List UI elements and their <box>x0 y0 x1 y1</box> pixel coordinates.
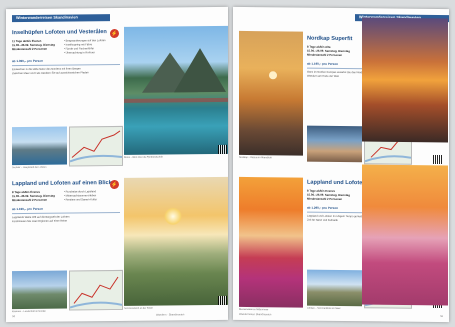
nordkap-photo <box>239 30 303 156</box>
meadow-photo <box>362 164 448 306</box>
sunset-photo <box>124 176 228 306</box>
photo-caption: Blumenwiese im Mittsommer <box>239 308 269 312</box>
qr-code[interactable] <box>218 295 227 305</box>
photo-caption: Kirkenes – Landschaft im Norden <box>12 310 46 314</box>
photo-caption: Sommerabend an der Küste <box>124 307 153 310</box>
tour-price: ab 1.290,– pro Person <box>307 205 339 210</box>
tour-paragraph: Zwischen Meer und Fels wandern Sie auf a… <box>12 71 89 76</box>
tour-price: ab 1.190,– pro Person <box>307 61 339 66</box>
divider <box>12 63 120 66</box>
divider <box>12 211 120 214</box>
tour-price: ab 1.390,– pro Person <box>12 58 44 64</box>
tour-info-3: Mindestanzahl 2 Personen <box>307 52 343 58</box>
route-map <box>69 269 123 311</box>
tour-paragraph: Kombinieren Sie zwei Regionen auf einer … <box>12 219 67 224</box>
photo-caption: Nordkap – Globus im Abendlicht <box>239 156 272 160</box>
photo-caption: Svolvær – Hauptstadt der Lofoten <box>12 166 47 170</box>
route-map <box>69 125 123 167</box>
tour-title: Lappland und Lofoten auf einen Blick <box>12 180 112 188</box>
tour-paragraph: Wandern am Ende der Welt <box>307 74 339 78</box>
coast-photo <box>307 269 362 307</box>
tour-paragraph: Zeit für Natur und Kulinarik <box>307 218 338 222</box>
tour-title: Nordkap Superfit <box>307 35 353 43</box>
lofoten-photo <box>124 25 228 155</box>
tour-bullet: Rentiere und Samen-Kultur <box>64 198 97 202</box>
page-footer: Wandern · Skandinavien <box>156 313 185 317</box>
tour-info-3: Mindestanzahl 2 Personen <box>307 196 343 202</box>
tour-bullet: Übernachtung in Rorbuer <box>64 51 95 55</box>
qr-code[interactable] <box>218 144 227 154</box>
divider <box>307 211 367 213</box>
page-footer: Wanderreisen Skandinavien <box>239 312 272 317</box>
tour-title: Inselhüpfen Lofoten und Vesterålen <box>12 29 107 37</box>
harbour-photo <box>12 126 67 166</box>
tour-info-3: Mindestanzahl 2 Personen <box>12 46 48 52</box>
left-page: Winterwanderreisen Skandinavien Inselhüp… <box>6 6 228 323</box>
page-number: 58 <box>12 315 15 319</box>
divider <box>307 67 367 69</box>
photo-caption: Lofoten – Sommerblüte am Meer <box>307 307 341 310</box>
lightning-icon: ⚡ <box>110 28 119 39</box>
page-number: 59 <box>440 315 443 319</box>
landscape-photo <box>12 270 67 310</box>
photo-caption: Reine – Blick über die Fjordlandschaft <box>124 156 163 159</box>
qr-code[interactable] <box>433 154 442 165</box>
midnight-sun-photo <box>362 17 448 143</box>
globe-photo <box>307 125 362 163</box>
section-header: Winterwanderreisen Skandinavien <box>12 14 110 23</box>
tour-info-3: Mindestanzahl 2 Personen <box>12 197 48 203</box>
lightning-icon: ⚡ <box>110 179 119 190</box>
flower-photo <box>239 176 303 308</box>
tour-price: ab 1.190,– pro Person <box>12 206 44 212</box>
